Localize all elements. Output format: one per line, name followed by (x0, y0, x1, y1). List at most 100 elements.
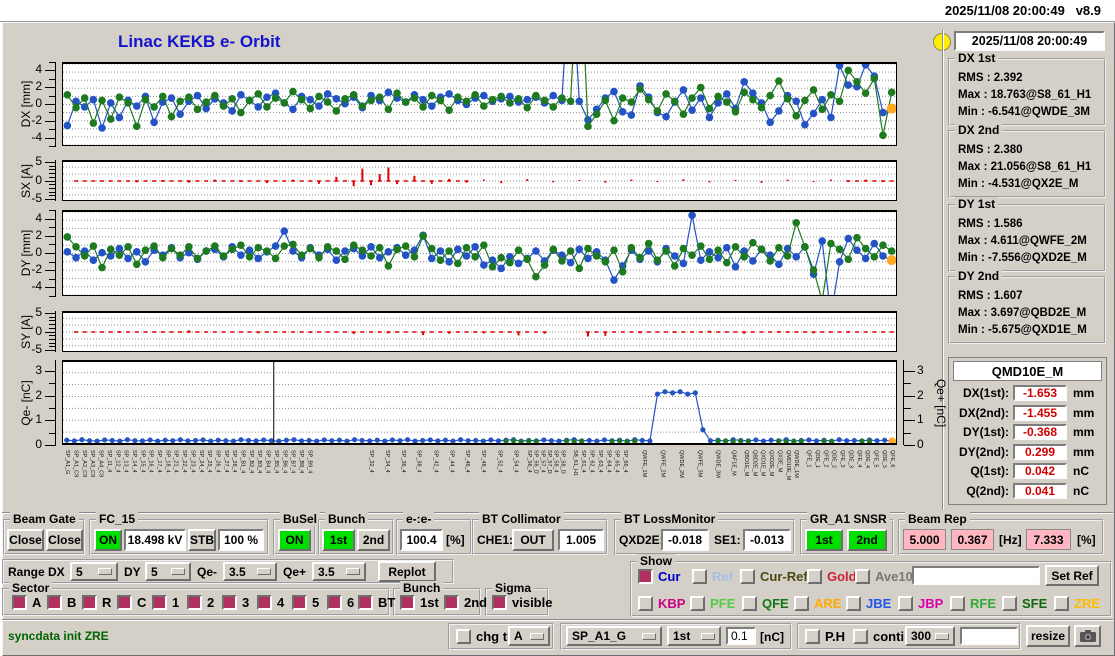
range-qem-dropdown[interactable]: 3.5 (223, 562, 277, 581)
replot-button[interactable]: Replot (378, 561, 436, 582)
ph-checkbox[interactable] (805, 629, 820, 644)
show-label: PFE (710, 596, 736, 611)
threshold-unit: [nC] (760, 630, 784, 644)
range-label: Range (8, 565, 45, 579)
show-rfe-checkbox[interactable] (950, 596, 965, 611)
show-label: Ref (712, 569, 733, 584)
stats-line-min: Min : -7.556@QXD2E_M (958, 252, 1087, 264)
busel-on-button[interactable]: ON (278, 529, 311, 551)
bpm-name-label: SP_B9_4 (306, 450, 313, 474)
monitor-select-dropdown[interactable]: SP_A1_G (566, 626, 662, 646)
sector-3-checkbox[interactable] (222, 595, 237, 610)
sector-c-checkbox[interactable] (117, 595, 132, 610)
che1-out-button[interactable]: OUT (512, 529, 554, 551)
show-jbp-checkbox[interactable] (898, 596, 913, 611)
show-jbe-wrap: JBE (846, 596, 891, 611)
show-cur-wrap: Cur (638, 569, 680, 584)
stats-line-rms: RMS : 1.607 (958, 290, 1023, 302)
bpm-name-label: QFE_6 (889, 450, 896, 468)
sector-5-wrap: 5 (292, 595, 319, 610)
sector-4-wrap: 4 (257, 595, 284, 610)
show-sfe-checkbox[interactable] (1002, 596, 1017, 611)
show-are-checkbox[interactable] (794, 596, 809, 611)
bpm-name-label: QXD2E_M (768, 450, 775, 477)
sector-r-checkbox[interactable] (82, 595, 97, 610)
sigma-visible-checkbox[interactable] (492, 595, 507, 610)
dropdown-indicator-icon (98, 568, 112, 575)
sector-6-checkbox[interactable] (327, 595, 342, 610)
show-gold-checkbox[interactable] (807, 569, 822, 584)
gr-a1-1st-button[interactable]: 1st (805, 529, 843, 551)
bpm-name-label: SP_32_4 (368, 450, 375, 473)
gr-a1-2nd-button[interactable]: 2nd (847, 529, 887, 551)
conti-label: conti (873, 629, 905, 644)
dx-tick (49, 112, 56, 114)
bpm-name-label: QWFE_2M (659, 450, 666, 478)
sector-bt-checkbox[interactable] (358, 595, 373, 610)
range-dx-dropdown[interactable]: 5 (70, 562, 118, 581)
bunch-filter-2nd-checkbox[interactable] (444, 595, 459, 610)
sector-2-checkbox[interactable] (187, 595, 202, 610)
monitor-row-unit: mm (1073, 405, 1095, 420)
conti-checkbox[interactable] (853, 629, 868, 644)
qe-tick (49, 383, 56, 385)
resize-button[interactable]: resize (1026, 625, 1070, 647)
range-dy-dropdown[interactable]: 5 (145, 562, 191, 581)
range-dy-label: DY (124, 565, 141, 579)
page-title: Linac KEKB e- Orbit (118, 32, 281, 51)
beam-gate-close-button-1[interactable]: Close (7, 529, 44, 551)
fc15-on-button[interactable]: ON (94, 529, 122, 551)
sy-tick (49, 335, 56, 337)
dx-tick (49, 95, 56, 97)
bpm-name-label: QFE_3 (839, 450, 846, 468)
beam-gate-close-button-2[interactable]: Close (46, 529, 83, 551)
stats-line-max: Max : 4.611@QWFE_2M (958, 235, 1087, 247)
bpm-name-label: SP_B5_4 (272, 450, 279, 474)
bunch-select-dropdown[interactable]: 1st (667, 626, 721, 646)
range-qep-dropdown[interactable]: 3.5 (312, 562, 366, 581)
qe-tick-label: 2 (35, 387, 42, 402)
bunch-1st-button[interactable]: 1st (322, 529, 355, 551)
sector-a-checkbox[interactable] (12, 595, 27, 610)
set-ref-button[interactable]: Set Ref (1045, 565, 1099, 586)
sector-label: 6 (347, 595, 355, 610)
sector-1-checkbox[interactable] (152, 595, 167, 610)
ee-ratio-value: 100.4 (400, 529, 443, 551)
sector-b-checkbox[interactable] (47, 595, 62, 610)
count-dropdown[interactable]: 300 (905, 626, 955, 646)
top-datetime: 2025/11/08 20:00:49 (944, 3, 1065, 18)
show-pfe-checkbox[interactable] (690, 596, 705, 611)
show-jbe-checkbox[interactable] (846, 596, 861, 611)
show-cur-checkbox[interactable] (638, 569, 653, 584)
bpm-name-label: SP_63_4 (596, 450, 603, 473)
ref-entry-input[interactable] (912, 566, 1040, 585)
sector-r-wrap: R (82, 595, 111, 610)
dx-tick-label: -4 (31, 129, 42, 144)
show-qfe-checkbox[interactable] (742, 596, 757, 611)
sx-tick (49, 191, 56, 193)
sector-4-checkbox[interactable] (257, 595, 272, 610)
bunch-filter-1st-wrap: 1st (400, 595, 439, 610)
chg-th-dropdown[interactable]: A (508, 626, 550, 646)
bpm-name-label: QDE_1 (814, 450, 820, 469)
beam-rep-percent-unit: [%] (1077, 533, 1096, 547)
show-cur-ref-checkbox[interactable] (740, 569, 755, 584)
sx-major-tick (45, 199, 56, 201)
bpm-name-label: QDE_2 (830, 450, 837, 469)
bunch-2nd-button[interactable]: 2nd (357, 529, 390, 551)
stats-line-rms: RMS : 2.392 (958, 72, 1023, 84)
bunch-filter-1st-checkbox[interactable] (400, 595, 415, 610)
show-kbp-checkbox[interactable] (638, 596, 653, 611)
show-ave10-checkbox[interactable] (855, 569, 870, 584)
show-zre-checkbox[interactable] (1054, 596, 1069, 611)
threshold-input[interactable] (726, 627, 756, 645)
chg-th-checkbox[interactable] (456, 629, 471, 644)
bpm-name-label: SP_B6_4 (281, 450, 288, 474)
range-dx-label: DX (48, 565, 65, 579)
stats-group-dy-2nd: DY 2nd RMS : 1.607 Max : 3.697@QBD2E_M Min … (948, 269, 1106, 344)
show-ref-checkbox[interactable] (692, 569, 707, 584)
sector-5-checkbox[interactable] (292, 595, 307, 610)
status-entry-input[interactable] (960, 627, 1018, 645)
screenshot-button[interactable] (1074, 625, 1101, 647)
fc15-stb-button[interactable]: STB (188, 529, 216, 551)
